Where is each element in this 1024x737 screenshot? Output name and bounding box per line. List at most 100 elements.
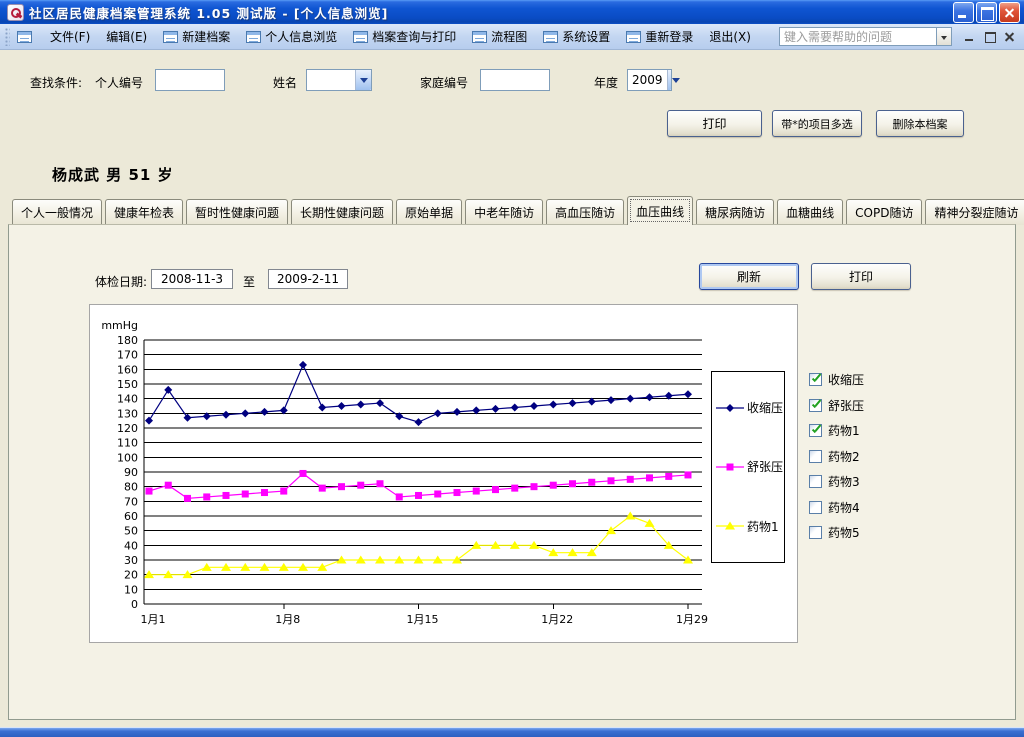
legend-item-收缩压: 收缩压 [712, 399, 784, 416]
app-icon [7, 4, 24, 21]
filter-row-药物2: 药物2 [809, 448, 929, 465]
svg-text:1月15: 1月15 [407, 613, 439, 626]
legend-label: 药物1 [747, 518, 779, 535]
checkbox-药物1[interactable] [809, 424, 822, 437]
checkbox-药物5[interactable] [809, 526, 822, 539]
svg-text:170: 170 [117, 349, 138, 362]
svg-text:mmHg: mmHg [101, 319, 138, 332]
filter-row-药物4: 药物4 [809, 499, 929, 516]
help-dropdown-icon[interactable] [937, 27, 952, 46]
checkbox-label: 舒张压 [828, 397, 864, 414]
mdi-close-button[interactable] [1004, 31, 1016, 42]
tab-COPD随访[interactable]: COPD随访 [846, 199, 922, 225]
checkbox-label: 收缩压 [828, 371, 864, 388]
svg-text:100: 100 [117, 451, 138, 464]
delete-record-button[interactable]: 删除本档案 [876, 110, 964, 137]
family-id-input[interactable] [480, 69, 550, 91]
date-to-label: 至 [243, 273, 255, 290]
menu-item-4[interactable]: 个人信息浏览 [238, 26, 345, 48]
legend-label: 收缩压 [747, 399, 783, 416]
legend-item-药物1: 药物1 [712, 518, 784, 535]
svg-text:20: 20 [124, 569, 138, 582]
date-to-input[interactable] [268, 269, 348, 289]
svg-text:80: 80 [124, 481, 138, 494]
personal-id-input[interactable] [155, 69, 225, 91]
svg-text:1月1: 1月1 [141, 613, 166, 626]
legend-label: 舒张压 [747, 458, 783, 475]
mdi-restore-button[interactable] [984, 31, 996, 42]
name-combobox[interactable] [306, 69, 372, 91]
client-area: 查找条件: 个人编号 姓名 家庭编号 年度 2009 杨成武 男 51 岁 打印… [0, 50, 1024, 728]
checkbox-label: 药物1 [828, 422, 860, 439]
checkbox-药物2[interactable] [809, 450, 822, 463]
svg-text:50: 50 [124, 525, 138, 538]
form-icon [246, 31, 261, 43]
checkbox-药物3[interactable] [809, 475, 822, 488]
blood-pressure-chart: 0102030405060708090100110120130140150160… [89, 304, 798, 643]
checkbox-舒张压[interactable] [809, 399, 822, 412]
svg-text:110: 110 [117, 437, 138, 450]
legend-marker-icon [715, 461, 745, 473]
svg-text:1月29: 1月29 [676, 613, 708, 626]
menu-item-9[interactable]: 退出(X) [701, 26, 759, 48]
tab-精神分裂症随访[interactable]: 精神分裂症随访 [925, 199, 1024, 225]
tab-糖尿病随访[interactable]: 糖尿病随访 [696, 199, 774, 225]
filter-row-药物1: 药物1 [809, 422, 929, 439]
tab-个人一般情况[interactable]: 个人一般情况 [12, 199, 102, 225]
filter-row-药物3: 药物3 [809, 473, 929, 490]
menu-item-2[interactable]: 编辑(E) [98, 26, 155, 48]
tab-血压曲线[interactable]: 血压曲线 [627, 196, 693, 225]
svg-text:120: 120 [117, 422, 138, 435]
tab-高血压随访[interactable]: 高血压随访 [546, 199, 624, 225]
window-title: 社区居民健康档案管理系统 1.05 测试版 - [个人信息浏览] [29, 3, 388, 22]
form-icon [472, 31, 487, 43]
svg-text:180: 180 [117, 334, 138, 347]
tab-原始单据[interactable]: 原始单据 [396, 199, 462, 225]
menu-item-label: 退出(X) [709, 28, 751, 45]
search-condition-label: 查找条件: [30, 74, 82, 91]
personal-id-label: 个人编号 [95, 74, 143, 91]
svg-text:140: 140 [117, 393, 138, 406]
chart-legend: 收缩压舒张压药物1 [711, 371, 785, 563]
year-combobox[interactable]: 2009 [627, 69, 672, 91]
name-combobox-arrow-icon[interactable] [355, 70, 371, 90]
title-bar: 社区居民健康档案管理系统 1.05 测试版 - [个人信息浏览] [0, 0, 1024, 24]
date-from-input[interactable] [151, 269, 233, 289]
tab-血糖曲线[interactable]: 血糖曲线 [777, 199, 843, 225]
tab-健康年检表[interactable]: 健康年检表 [105, 199, 183, 225]
year-combobox-arrow-icon[interactable] [667, 70, 671, 90]
menu-item-8[interactable]: 重新登录 [618, 26, 701, 48]
multi-select-button[interactable]: 带*的项目多选 [772, 110, 862, 137]
svg-text:160: 160 [117, 363, 138, 376]
checkbox-药物4[interactable] [809, 501, 822, 514]
tab-暂时性健康问题[interactable]: 暂时性健康问题 [186, 199, 288, 225]
menu-item-3[interactable]: 新建档案 [155, 26, 238, 48]
menu-item-label: 新建档案 [182, 28, 230, 45]
menu-items: 文件(F)编辑(E) 新建档案个人信息浏览档案查询与打印 流程图系统设置重新登录退出… [42, 24, 759, 49]
svg-text:90: 90 [124, 466, 138, 479]
help-input[interactable] [779, 27, 937, 46]
mdi-minimize-button[interactable] [964, 31, 976, 42]
name-label: 姓名 [273, 74, 297, 91]
menu-item-6[interactable]: 流程图 [464, 26, 535, 48]
toolbar-grip[interactable] [5, 28, 10, 46]
refresh-button[interactable]: 刷新 [699, 263, 799, 290]
toolbar-form-icon[interactable] [17, 31, 32, 43]
menu-item-1[interactable]: 文件(F) [42, 26, 98, 48]
tab-中老年随访[interactable]: 中老年随访 [465, 199, 543, 225]
patient-summary: 杨成武 男 51 岁 [52, 164, 174, 185]
restore-button[interactable] [976, 2, 997, 23]
menu-item-5[interactable]: 档案查询与打印 [345, 26, 464, 48]
close-button[interactable] [999, 2, 1020, 23]
minimize-button[interactable] [953, 2, 974, 23]
tab-strip: 个人一般情况健康年检表暂时性健康问题长期性健康问题原始单据中老年随访高血压随访血… [12, 198, 1016, 225]
print-chart-button[interactable]: 打印 [811, 263, 911, 290]
checkbox-收缩压[interactable] [809, 373, 822, 386]
menu-bar: 文件(F)编辑(E) 新建档案个人信息浏览档案查询与打印 流程图系统设置重新登录退出… [0, 24, 1024, 50]
print-record-button[interactable]: 打印 [667, 110, 762, 137]
menu-item-label: 流程图 [491, 28, 527, 45]
form-icon [543, 31, 558, 43]
checkbox-label: 药物5 [828, 524, 860, 541]
tab-长期性健康问题[interactable]: 长期性健康问题 [291, 199, 393, 225]
menu-item-7[interactable]: 系统设置 [535, 26, 618, 48]
